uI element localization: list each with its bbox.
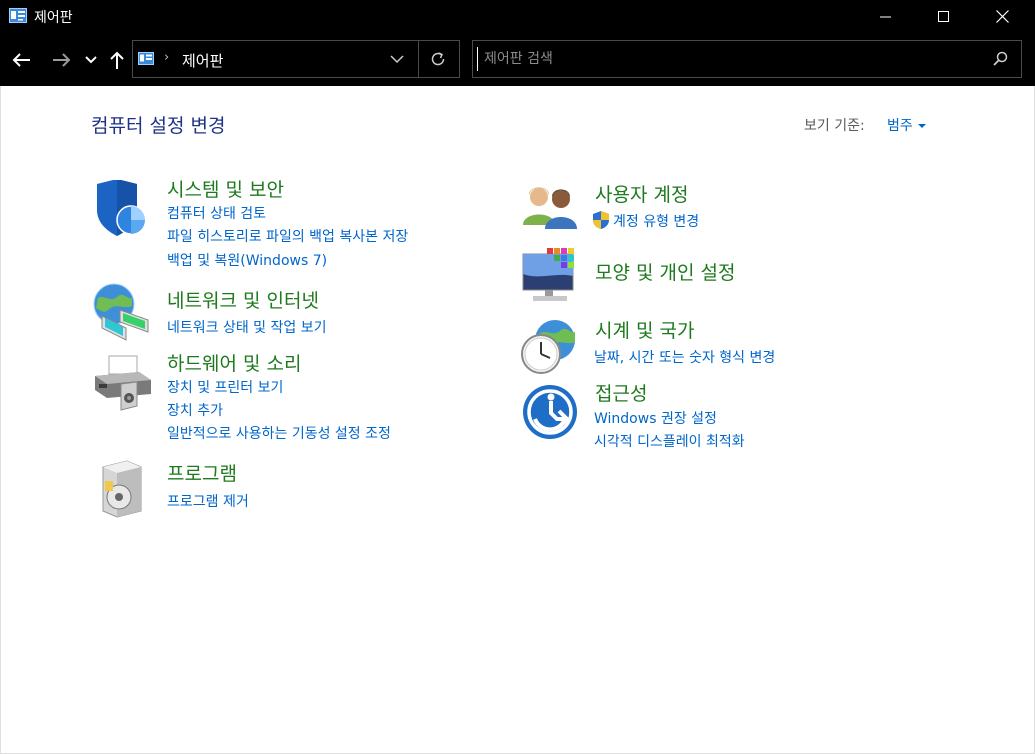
link-windows-recommended[interactable]: Windows 권장 설정	[594, 408, 717, 428]
category-title-hardware-sound[interactable]: 하드웨어 및 소리	[167, 349, 301, 376]
back-button[interactable]	[10, 49, 34, 71]
search-icon[interactable]	[992, 51, 1008, 67]
link-network-status-tasks[interactable]: 네트워크 상태 및 작업 보기	[167, 317, 326, 337]
view-by-label: 보기 기준:	[804, 118, 865, 134]
window-title: 제어판	[34, 10, 73, 26]
page-title: 컴퓨터 설정 변경	[91, 115, 226, 137]
category-title-programs[interactable]: 프로그램	[167, 459, 237, 486]
link-mobility-settings[interactable]: 일반적으로 사용하는 기동성 설정 조정	[167, 423, 391, 443]
view-by-value: 범주	[887, 118, 913, 134]
refresh-icon[interactable]	[429, 50, 447, 68]
shield-icon	[97, 180, 146, 236]
link-review-computer-status[interactable]: 컴퓨터 상태 검토	[167, 203, 266, 223]
category-title-clock-region[interactable]: 시계 및 국가	[595, 316, 694, 343]
link-optimize-visual-display[interactable]: 시각적 디스플레이 최적화	[594, 431, 745, 451]
link-backup-restore[interactable]: 백업 및 복원(Windows 7)	[167, 250, 327, 270]
printer-icon	[95, 355, 151, 411]
minimize-icon	[880, 16, 891, 17]
close-button[interactable]	[973, 0, 1031, 33]
link-change-account-type[interactable]: 계정 유형 변경	[613, 211, 699, 231]
link-date-time-format[interactable]: 날짜, 시간 또는 숫자 형식 변경	[594, 347, 775, 367]
breadcrumb-separator: ›	[164, 50, 170, 65]
link-add-device[interactable]: 장치 추가	[167, 400, 223, 420]
arrow-left-icon	[12, 53, 30, 67]
title-bar: 제어판	[0, 0, 1035, 33]
address-bar[interactable]: › 제어판	[132, 40, 460, 78]
arrow-right-icon	[53, 53, 71, 67]
chevron-down-icon[interactable]	[389, 51, 405, 67]
recent-locations-button[interactable]	[82, 49, 100, 71]
accessibility-icon	[523, 385, 577, 439]
category-title-network-internet[interactable]: 네트워크 및 인터넷	[167, 286, 319, 313]
clock-globe-icon	[521, 320, 575, 374]
up-button[interactable]	[105, 49, 129, 71]
user-accounts-icon	[523, 187, 577, 229]
link-uninstall-program[interactable]: 프로그램 제거	[167, 491, 249, 511]
address-divider	[418, 41, 419, 77]
breadcrumb-control-panel[interactable]: 제어판	[182, 50, 223, 71]
category-title-ease-of-access[interactable]: 접근성	[595, 379, 647, 406]
content-area: 컴퓨터 설정 변경 보기 기준: 범주 시스템 및 보안 컴퓨터 상태 검토 파…	[0, 86, 1035, 754]
network-globe-icon	[93, 283, 149, 341]
caret-down-icon	[917, 124, 926, 128]
link-file-history-backup[interactable]: 파일 히스토리로 파일의 백업 복사본 저장	[167, 226, 408, 246]
appearance-monitor-icon	[522, 248, 574, 301]
view-by-dropdown[interactable]: 범주	[887, 115, 926, 135]
search-input[interactable]	[477, 47, 977, 71]
control-panel-icon	[138, 52, 154, 65]
category-title-user-accounts[interactable]: 사용자 계정	[595, 180, 688, 207]
close-icon	[995, 10, 1009, 23]
programs-box-icon	[102, 460, 142, 518]
control-panel-icon	[9, 8, 27, 23]
category-title-appearance[interactable]: 모양 및 개인 설정	[595, 258, 735, 285]
link-devices-printers[interactable]: 장치 및 프린터 보기	[167, 377, 283, 397]
minimize-button[interactable]	[857, 0, 915, 33]
category-title-system-security[interactable]: 시스템 및 보안	[167, 175, 284, 202]
forward-button[interactable]	[49, 49, 73, 71]
chevron-down-icon	[85, 56, 97, 64]
maximize-button[interactable]	[915, 0, 973, 33]
search-box	[472, 40, 1022, 78]
maximize-icon	[938, 10, 949, 22]
arrow-up-icon	[110, 51, 124, 69]
uac-shield-icon	[593, 211, 609, 229]
